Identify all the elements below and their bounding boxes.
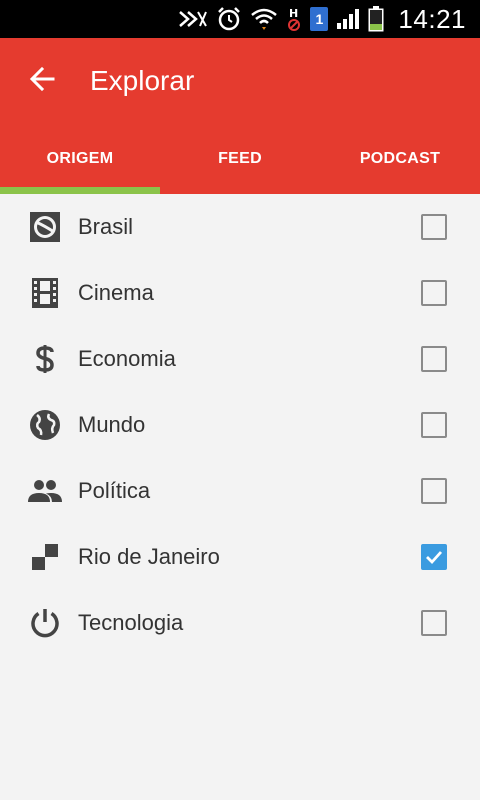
app-bar: Explorar ORIGEM FEED PODCAST [0, 38, 480, 194]
tab-origem[interactable]: ORIGEM [0, 124, 160, 194]
tab-feed[interactable]: FEED [160, 124, 320, 194]
tab-podcast[interactable]: PODCAST [320, 124, 480, 194]
wifi-icon [250, 6, 278, 32]
item-label: Política [78, 478, 151, 503]
list-item-politica[interactable]: Política [0, 458, 480, 524]
checkbox[interactable] [421, 610, 447, 636]
film-strip-icon [28, 276, 62, 310]
dollar-icon [28, 342, 62, 376]
check-icon [426, 551, 443, 565]
item-label: Cinema [78, 280, 154, 305]
status-bar: H 1 14:21 [0, 0, 480, 38]
list-item-mundo[interactable]: Mundo [0, 392, 480, 458]
checkbox[interactable] [421, 280, 447, 306]
item-label: Mundo [78, 412, 146, 437]
sim-slot-badge: 1 [310, 7, 329, 31]
tab-bar: ORIGEM FEED PODCAST [0, 124, 480, 194]
alarm-icon [216, 6, 242, 32]
svg-text:H: H [289, 7, 298, 20]
list-item-tecnologia[interactable]: Tecnologia [0, 590, 480, 656]
checkbox[interactable] [421, 346, 447, 372]
checkbox[interactable] [421, 478, 447, 504]
item-label: Tecnologia [78, 610, 184, 635]
brasil-logo-icon [28, 210, 62, 244]
checkbox-checked[interactable] [421, 544, 447, 570]
item-label: Brasil [78, 214, 134, 239]
back-button[interactable] [12, 51, 72, 111]
checkbox[interactable] [421, 214, 447, 240]
list-item-rio-de-janeiro[interactable]: Rio de Janeiro [0, 524, 480, 590]
arrow-back-icon [29, 66, 55, 97]
nfc-off-icon [178, 6, 208, 32]
list-item-brasil[interactable]: Brasil [0, 194, 480, 260]
power-icon [28, 606, 62, 640]
origin-list: Brasil Cinema Economia Mundo Política Ri… [0, 194, 480, 656]
list-item-economia[interactable]: Economia [0, 326, 480, 392]
checker-blocks-icon [28, 540, 62, 574]
h-no-data-icon: H [286, 6, 302, 32]
battery-icon [368, 6, 384, 32]
toolbar: Explorar [0, 38, 480, 124]
clock: 14:21 [398, 3, 466, 34]
item-label: Rio de Janeiro [78, 544, 220, 569]
signal-icon [336, 6, 360, 32]
checkbox[interactable] [421, 412, 447, 438]
sim-icon: 1 [310, 6, 329, 32]
people-icon [28, 474, 62, 508]
globe-icon [28, 408, 62, 442]
item-label: Economia [78, 346, 176, 371]
list-item-cinema[interactable]: Cinema [0, 260, 480, 326]
page-title: Explorar [90, 65, 195, 96]
